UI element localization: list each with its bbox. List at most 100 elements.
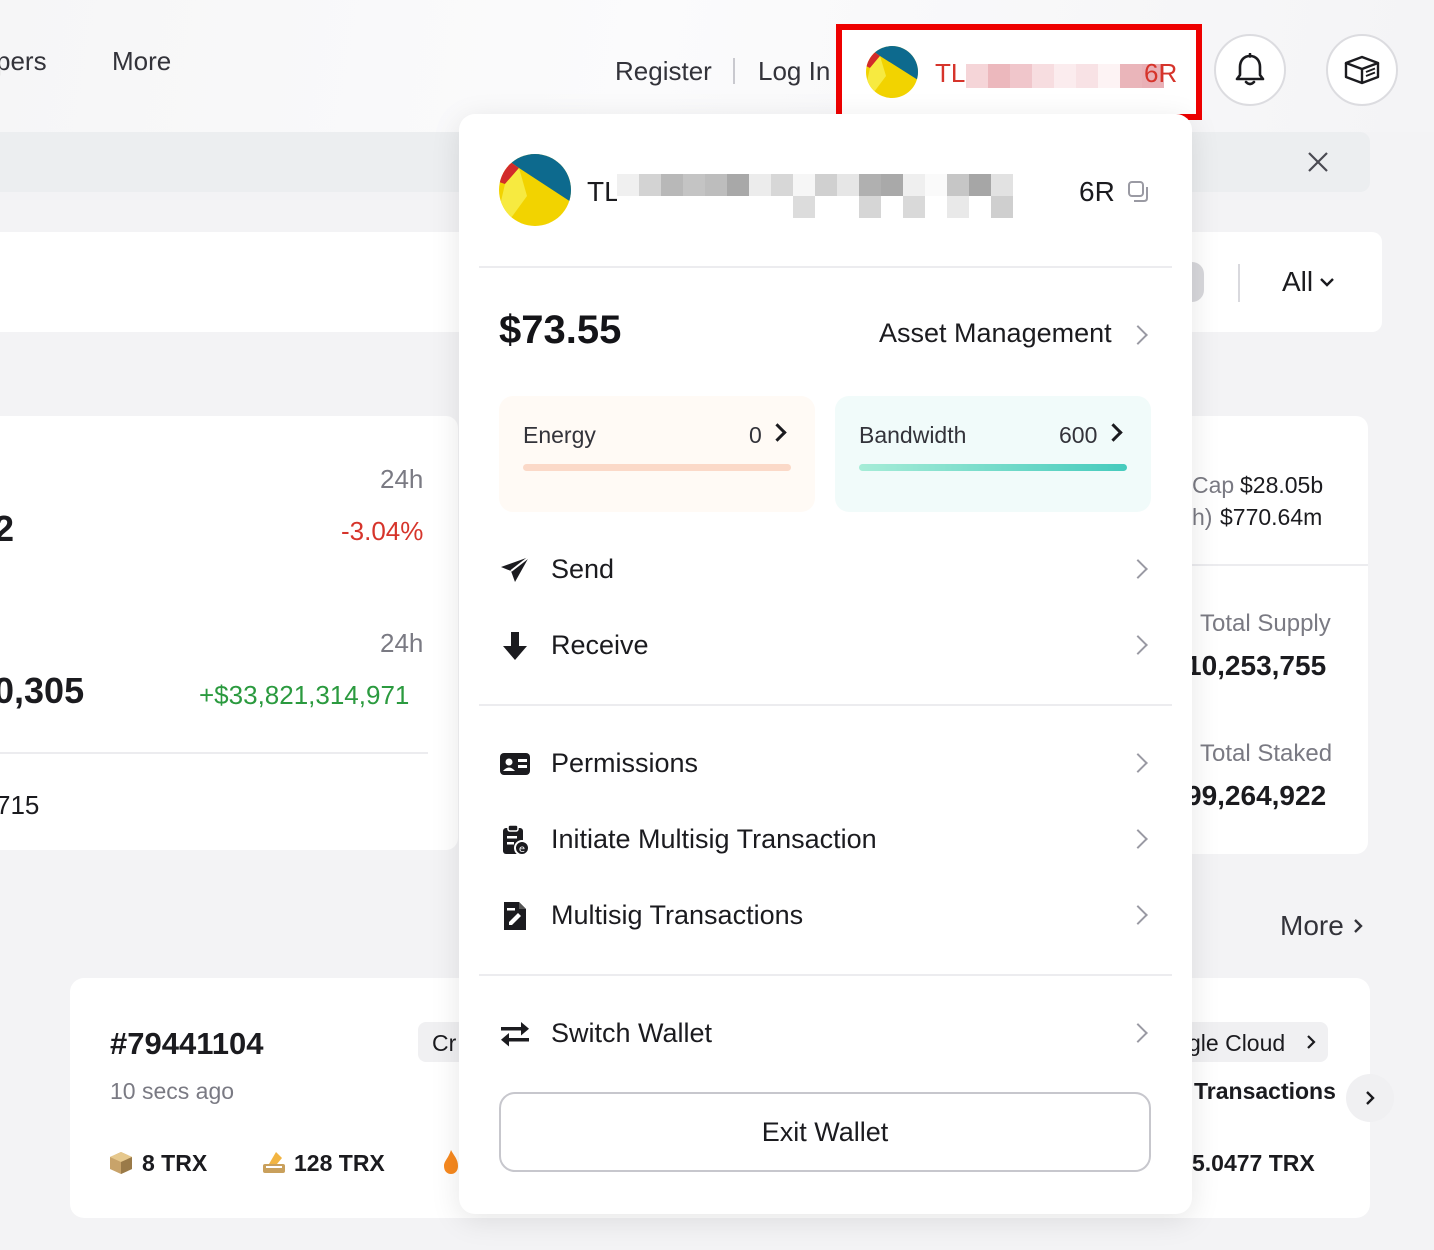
asset-management-link[interactable]: Asset Management xyxy=(869,306,1159,362)
menu-divider xyxy=(479,704,1172,706)
filter-divider xyxy=(1238,264,1240,302)
card-divider xyxy=(0,752,428,754)
permissions-menu-item[interactable]: Permissions xyxy=(459,734,1192,794)
chevron-right-icon xyxy=(1128,635,1148,655)
filter-label: All xyxy=(1282,266,1314,297)
energy-label: Energy xyxy=(523,422,596,448)
volume-value: $770.64m xyxy=(1220,504,1323,530)
period-label-1: 24h xyxy=(380,464,424,494)
login-link[interactable]: Log In xyxy=(758,56,830,87)
switch-wallet-menu-item[interactable]: Switch Wallet xyxy=(459,1004,1192,1064)
chevron-right-icon xyxy=(1128,829,1148,849)
wallet-avatar-icon xyxy=(866,46,918,98)
menu-item-label: Multisig Transactions xyxy=(551,900,804,930)
market-cap-value: $28.05b xyxy=(1240,472,1324,498)
market-cap-label: Cap xyxy=(1192,472,1235,498)
blocks-more-link[interactable]: More xyxy=(1280,910,1364,942)
stat-change-1: -3.04% xyxy=(341,516,424,546)
switch-wallet-icon xyxy=(501,1022,529,1047)
menu-item-label: Switch Wallet xyxy=(551,1018,713,1048)
more-label: More xyxy=(1280,910,1344,941)
book-icon xyxy=(1344,55,1380,85)
wallet-address-start: TL xyxy=(587,176,620,207)
chevron-right-icon xyxy=(1128,559,1148,579)
menu-divider xyxy=(479,974,1172,976)
menu-item-label: Permissions xyxy=(551,748,699,778)
send-icon xyxy=(501,556,530,582)
bandwidth-card[interactable]: Bandwidth 600 xyxy=(835,396,1151,512)
wallet-balance: $73.55 xyxy=(499,308,622,352)
energy-value: 0 xyxy=(749,422,762,448)
initiate-multisig-icon: e xyxy=(503,824,530,856)
send-menu-item[interactable]: Send xyxy=(459,540,1192,600)
stat-value-3: 715 xyxy=(0,790,40,820)
copy-icon[interactable] xyxy=(1127,180,1151,204)
close-icon[interactable] xyxy=(1304,148,1332,176)
block-reward-1: 8 TRX xyxy=(142,1150,208,1176)
nav-more[interactable]: More xyxy=(112,46,171,77)
chevron-right-icon xyxy=(768,423,787,442)
chevron-right-icon xyxy=(1128,1023,1148,1043)
total-staked-value: 99,264,922 xyxy=(1186,780,1327,811)
energy-card[interactable]: Energy 0 xyxy=(499,396,815,512)
token-stats-card: Cap $28.05b h) $770.64m Total Supply 10,… xyxy=(1186,416,1368,854)
exit-wallet-button[interactable]: Exit Wallet xyxy=(499,1092,1151,1172)
block-time: 10 secs ago xyxy=(110,1078,235,1104)
multisig-transactions-menu-item[interactable]: Multisig Transactions xyxy=(459,886,1192,946)
initiate-multisig-menu-item[interactable]: e Initiate Multisig Transaction xyxy=(459,810,1192,870)
svg-text:e: e xyxy=(519,844,525,855)
filter-dropdown[interactable]: All xyxy=(1282,266,1335,298)
address-redaction xyxy=(966,64,1164,88)
bandwidth-value: 600 xyxy=(1059,422,1098,448)
card-divider xyxy=(1190,564,1368,566)
block-number[interactable]: #79441104 xyxy=(110,1026,263,1062)
chevron-right-icon xyxy=(1128,905,1148,925)
nav-separator xyxy=(733,58,735,84)
chevron-down-icon xyxy=(1320,278,1334,287)
menu-divider xyxy=(479,266,1172,268)
chevron-right-icon xyxy=(1128,325,1148,345)
stat-change-2: +$33,821,314,971 xyxy=(199,680,410,710)
wallet-address-start: TL xyxy=(935,58,966,88)
producer-chip[interactable]: gle Cloud xyxy=(1180,1022,1328,1062)
block-reward-2: 128 TRX xyxy=(294,1150,385,1176)
producer-name: gle Cloud xyxy=(1188,1030,1286,1056)
menu-item-label: Send xyxy=(551,554,615,584)
menu-item-label: Initiate Multisig Transaction xyxy=(551,824,877,854)
nav-developers[interactable]: pers xyxy=(0,46,47,77)
fire-icon xyxy=(444,1150,458,1174)
register-link[interactable]: Register xyxy=(615,56,712,87)
bell-icon xyxy=(1235,53,1265,86)
notification-button[interactable] xyxy=(1214,34,1286,106)
stat-value-2: 0,305 xyxy=(0,670,85,711)
wallet-address-button[interactable]: TL 6R xyxy=(836,24,1202,120)
block-transactions: Transactions xyxy=(1194,1078,1336,1104)
chevron-right-icon xyxy=(1366,1091,1375,1105)
period-label-2: 24h xyxy=(380,628,424,658)
total-staked-label: Total Staked xyxy=(1200,740,1333,767)
receive-icon xyxy=(503,632,527,660)
volume-label: h) xyxy=(1192,504,1213,530)
multisig-transactions-icon xyxy=(504,902,526,930)
bandwidth-label: Bandwidth xyxy=(859,422,967,448)
address-redaction xyxy=(617,174,1013,218)
permissions-icon xyxy=(500,753,530,775)
energy-bar xyxy=(523,464,791,471)
wallet-address-end: 6R xyxy=(1079,176,1115,207)
total-supply-label: Total Supply xyxy=(1200,610,1331,637)
chevron-right-icon xyxy=(1128,753,1148,773)
next-block-button[interactable] xyxy=(1346,1074,1394,1122)
receive-menu-item[interactable]: Receive xyxy=(459,616,1192,676)
bandwidth-bar xyxy=(859,464,1127,471)
block-reward-icon xyxy=(110,1152,132,1174)
docs-button[interactable] xyxy=(1326,34,1398,106)
block-trx-value: 5.0477 TRX xyxy=(1192,1150,1315,1176)
market-stats-card: 24h 2 -3.04% 24h 0,305 +$33,821,314,971 … xyxy=(0,416,458,850)
chevron-right-icon xyxy=(1104,423,1123,442)
stat-value-1: 2 xyxy=(0,508,15,549)
wallet-dropdown-menu: TL 6R $73.55 Asset Management Energy 0 B… xyxy=(459,114,1192,1214)
chevron-right-icon xyxy=(1307,1035,1316,1049)
wallet-address-end: 6R xyxy=(1144,58,1178,88)
chevron-right-icon xyxy=(1353,919,1363,933)
vote-reward-icon xyxy=(263,1152,285,1173)
